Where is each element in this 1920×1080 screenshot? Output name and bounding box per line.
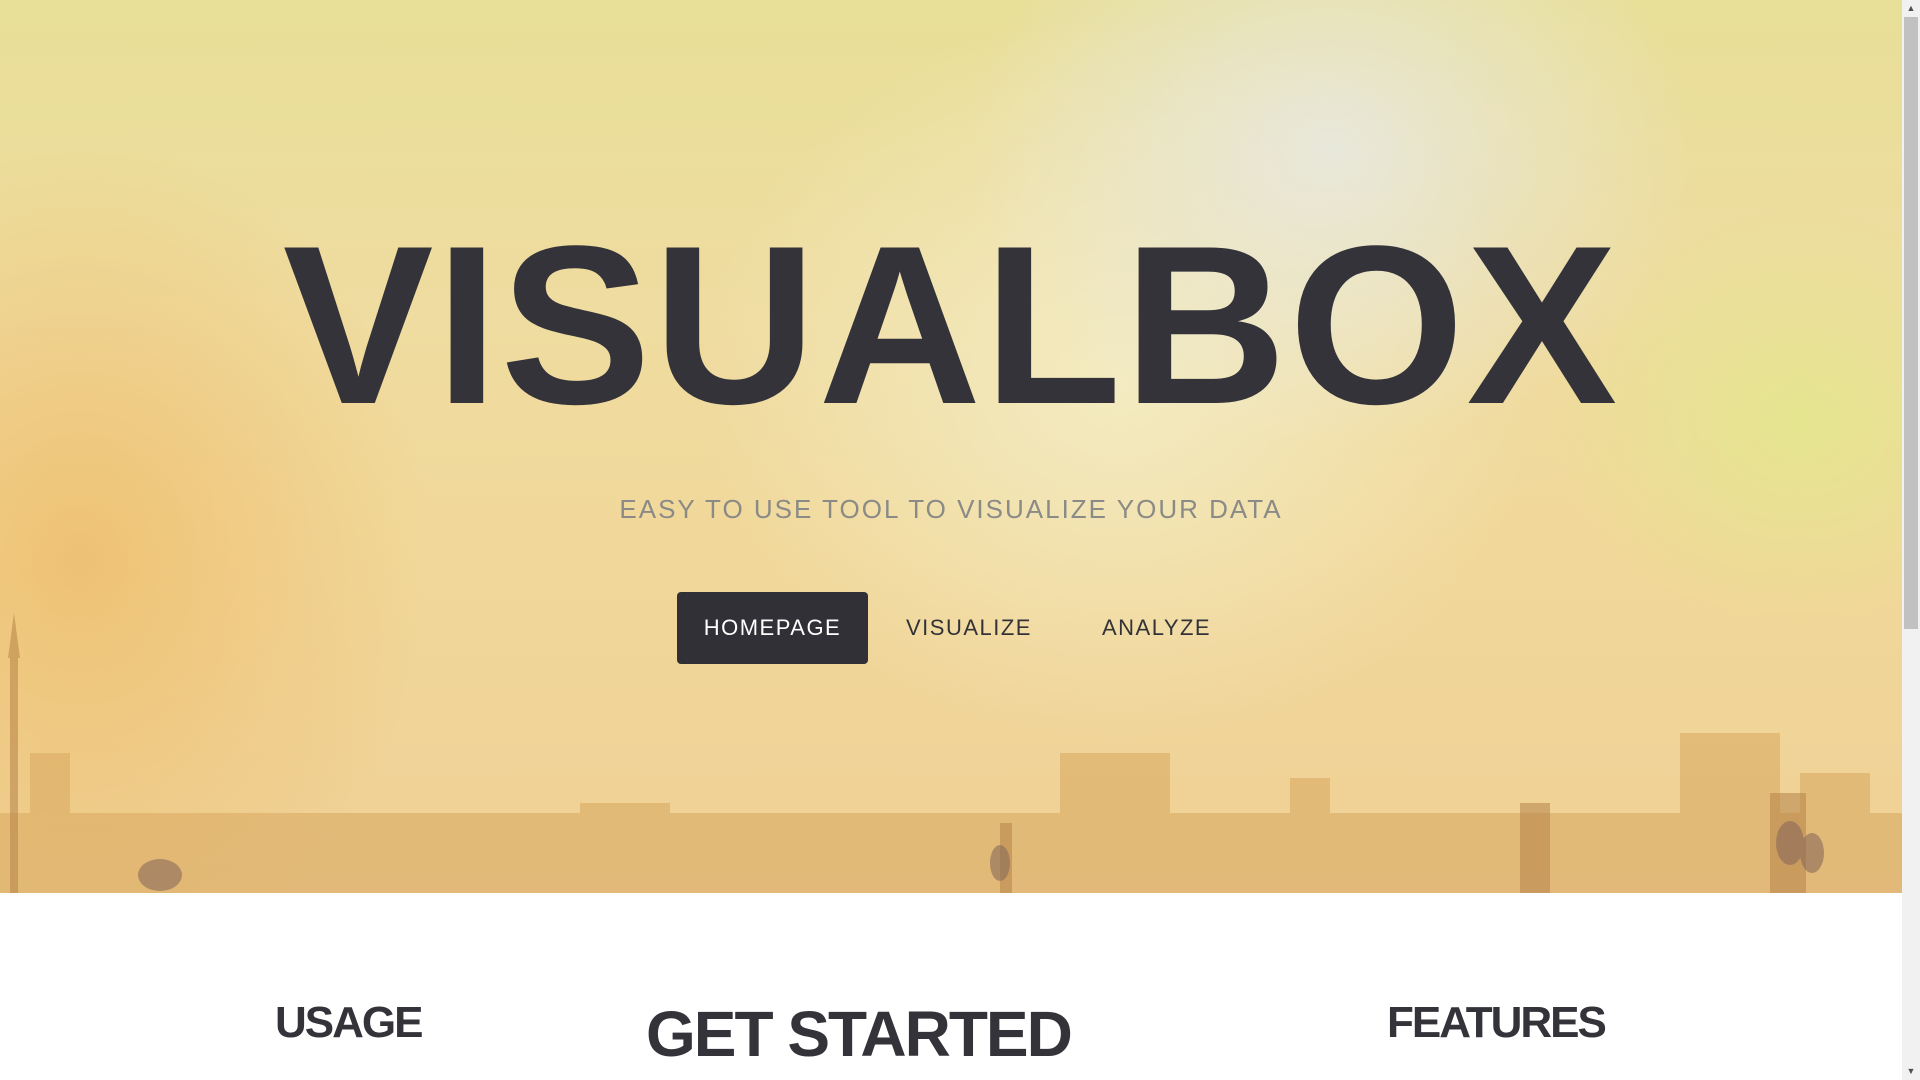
nav-visualize-button[interactable]: VISUALIZE — [876, 592, 1062, 664]
page: VISUALBOX EASY TO USE TOOL TO VISUALIZE … — [0, 0, 1920, 1080]
site-tagline: EASY TO USE TOOL TO VISUALIZE YOUR DATA — [619, 494, 1283, 524]
vertical-scrollbar[interactable]: ▲ ▼ — [1902, 0, 1920, 1080]
get-started-heading: GET STARTED — [646, 998, 1073, 1070]
content-sections: USAGE GET STARTED FEATURES — [0, 893, 1902, 1080]
usage-heading: USAGE — [275, 998, 423, 1047]
nav-homepage-button[interactable]: HOMEPAGE — [677, 592, 868, 664]
hero-section: VISUALBOX EASY TO USE TOOL TO VISUALIZE … — [0, 0, 1902, 893]
features-heading: FEATURES — [1387, 998, 1607, 1047]
nav-analyze-button[interactable]: ANALYZE — [1072, 592, 1241, 664]
site-title: VISUALBOX — [282, 198, 1620, 451]
scroll-up-arrow-icon[interactable]: ▲ — [1902, 0, 1920, 17]
scrollbar-thumb[interactable] — [1904, 17, 1918, 629]
main-nav: HOMEPAGE VISUALIZE ANALYZE — [677, 592, 1241, 664]
scroll-down-arrow-icon[interactable]: ▼ — [1902, 1063, 1920, 1080]
